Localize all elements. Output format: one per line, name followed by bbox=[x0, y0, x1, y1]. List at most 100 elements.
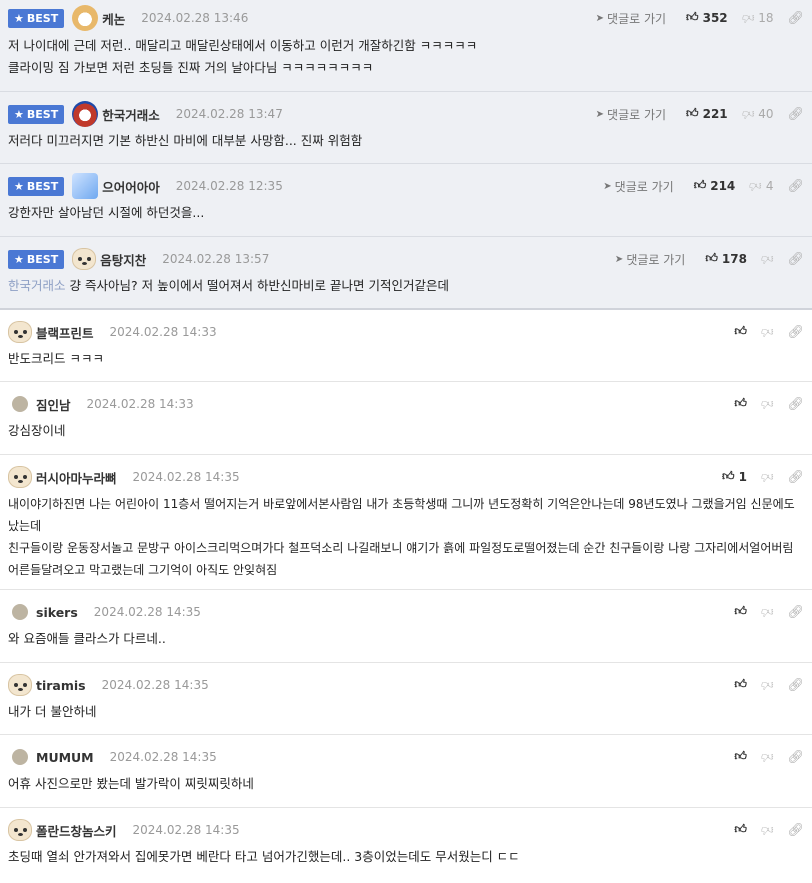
comment-list: ★ BEST 케논 2024.02.28 13:46 ➤ 댓글로 가기 👍︎ 352 … bbox=[0, 0, 812, 880]
best-badge: ★ BEST bbox=[8, 8, 65, 28]
downvote-button[interactable]: 👍︎ bbox=[760, 325, 774, 339]
avatar[interactable] bbox=[8, 674, 32, 696]
nickname[interactable]: 폴란드창놈스키 bbox=[36, 821, 117, 840]
thumbs-up-icon: 👍︎ bbox=[734, 604, 747, 618]
avatar[interactable] bbox=[12, 749, 28, 765]
thumbs-down-icon: 👍︎ bbox=[760, 823, 774, 837]
thumbs-up-icon: 👍︎ bbox=[734, 677, 747, 691]
send-icon: ➤ bbox=[603, 180, 612, 192]
link-icon[interactable]: 🔗︎ bbox=[787, 397, 804, 412]
downvote-button[interactable]: 👍︎ bbox=[760, 750, 774, 764]
downvote-button[interactable]: 👍︎ bbox=[760, 470, 774, 484]
upvote-button[interactable]: 👍︎ bbox=[734, 822, 747, 836]
link-icon[interactable]: 🔗︎ bbox=[787, 678, 804, 693]
avatar[interactable] bbox=[12, 604, 28, 620]
downvote-button[interactable]: 👍︎ bbox=[760, 252, 774, 266]
upvote-button[interactable]: 👍︎ 178 bbox=[705, 252, 747, 266]
comment-text: 반도크리드 ㅋㅋㅋ bbox=[8, 351, 104, 366]
thumbs-down-icon: 👍︎ bbox=[760, 678, 774, 692]
link-icon[interactable]: 🔗︎ bbox=[787, 605, 804, 620]
nickname[interactable]: MUMUM bbox=[36, 750, 94, 765]
downvote-button[interactable]: 👍︎ 4 bbox=[749, 179, 773, 193]
thumbs-up-icon: 👍︎ bbox=[693, 178, 707, 192]
nickname[interactable]: 블랙프린트 bbox=[36, 323, 94, 342]
thumbs-down-icon: 👍︎ bbox=[760, 397, 774, 411]
avatar[interactable] bbox=[8, 819, 32, 841]
thumbs-up-icon: 👍︎ bbox=[686, 10, 699, 24]
downvote-button[interactable]: 👍︎ bbox=[760, 823, 774, 837]
avatar[interactable] bbox=[72, 248, 97, 270]
thumbs-down-icon: 👍︎ bbox=[760, 750, 774, 764]
nickname[interactable]: 한국거래소 bbox=[102, 105, 160, 124]
upvote-button[interactable]: 👍︎ bbox=[734, 604, 747, 618]
send-icon: ➤ bbox=[595, 12, 605, 24]
best-badge: ★ BEST bbox=[8, 104, 65, 124]
nickname[interactable]: 짐인남 bbox=[36, 395, 71, 414]
send-icon: ➤ bbox=[614, 253, 624, 265]
thumbs-down-icon: 👍︎ bbox=[760, 470, 774, 484]
thumbs-down-icon: 👍︎ bbox=[749, 179, 762, 193]
downvote-button[interactable]: 👍︎ bbox=[760, 678, 774, 692]
quoted-user[interactable]: 한국거래소 bbox=[8, 278, 66, 293]
comment-date: 2024.02.28 14:35 bbox=[93, 605, 201, 619]
avatar[interactable] bbox=[72, 173, 99, 199]
upvote-button[interactable]: 👍︎ bbox=[734, 396, 747, 410]
star-icon: ★ bbox=[14, 107, 24, 121]
nickname[interactable]: 으어어아아 bbox=[102, 177, 160, 196]
goto-comment-link[interactable]: ➤ 댓글로 가기 bbox=[615, 251, 685, 268]
upvote-button[interactable]: 👍︎ 214 bbox=[694, 179, 736, 193]
link-icon[interactable]: 🔗︎ bbox=[787, 750, 804, 765]
comment: 폴란드창놈스키 2024.02.28 14:35 👍︎ 👍︎ 🔗︎ 초딩때 열쇠… bbox=[0, 808, 812, 880]
link-icon[interactable]: 🔗︎ bbox=[787, 325, 804, 340]
upvote-button[interactable]: 👍︎ 221 bbox=[686, 107, 728, 121]
downvote-button[interactable]: 👍︎ 18 bbox=[742, 11, 774, 25]
comment: tiramis 2024.02.28 14:35 👍︎ 👍︎ 🔗︎ 내가 더 불… bbox=[0, 663, 812, 735]
downvote-button[interactable]: 👍︎ bbox=[761, 605, 774, 619]
comment: 러시아마누라뼈 2024.02.28 14:35 👍︎ 1 👍︎ 🔗︎ 내이야기하… bbox=[0, 455, 812, 590]
upvote-button[interactable]: 👍︎ 352 bbox=[686, 11, 728, 25]
comment-text: 한국거래소 걍 즉사아님? 저 높이에서 떨어져서 하반신마비로 끝나면 기적인거… bbox=[8, 278, 449, 293]
thumbs-up-icon: 👍︎ bbox=[734, 396, 747, 410]
avatar[interactable] bbox=[72, 101, 99, 127]
nickname[interactable]: 음탕지찬 bbox=[100, 250, 146, 269]
thumbs-up-icon: 👍︎ bbox=[722, 469, 735, 483]
goto-comment-link[interactable]: ➤ 댓글로 가기 bbox=[596, 106, 666, 123]
avatar[interactable] bbox=[72, 5, 99, 31]
goto-comment-link[interactable]: ➤ 댓글로 가기 bbox=[596, 10, 666, 27]
nickname[interactable]: 러시아마누라뼈 bbox=[36, 468, 117, 487]
upvote-button[interactable]: 👍︎ bbox=[734, 325, 747, 338]
comment-text: 강한자만 살아남던 시절에 하던것을... bbox=[8, 205, 205, 220]
nickname[interactable]: tiramis bbox=[36, 678, 86, 693]
comment: 짐인남 2024.02.28 14:33 👍︎ 👍︎ 🔗︎ 강심장이네 bbox=[0, 382, 812, 455]
upvote-button[interactable]: 👍︎ bbox=[734, 749, 747, 763]
comment-best: ★ BEST 한국거래소 2024.02.28 13:47 ➤ 댓글로 가기 👍︎ 2… bbox=[0, 92, 812, 164]
downvote-button[interactable]: 👍︎ bbox=[760, 397, 774, 411]
comment: 블랙프린트 2024.02.28 14:33 👍︎ 👍︎ 🔗︎ 반도크리드 ㅋㅋ… bbox=[0, 310, 812, 382]
star-icon: ★ bbox=[14, 179, 24, 193]
upvote-button[interactable]: 👍︎ 1 bbox=[722, 470, 747, 484]
comment-date: 2024.02.28 14:33 bbox=[86, 397, 194, 411]
thumbs-down-icon: 👍︎ bbox=[760, 252, 774, 266]
link-icon[interactable]: 🔗︎ bbox=[787, 823, 804, 838]
link-icon[interactable]: 🔗︎ bbox=[787, 252, 804, 267]
nickname[interactable]: 케논 bbox=[102, 9, 125, 28]
nickname[interactable]: sikers bbox=[36, 605, 78, 620]
comment-text: 내이야기하진면 나는 어린아이 11층서 떨어지는거 바로앞에서본사람임 내가 … bbox=[8, 497, 795, 577]
link-icon[interactable]: 🔗︎ bbox=[787, 107, 804, 122]
avatar[interactable] bbox=[12, 396, 28, 412]
downvote-button[interactable]: 👍︎ 40 bbox=[742, 107, 774, 121]
thumbs-up-icon: 👍︎ bbox=[734, 749, 747, 763]
link-icon[interactable]: 🔗︎ bbox=[787, 470, 804, 485]
comment-date: 2024.02.28 14:35 bbox=[109, 750, 217, 764]
upvote-button[interactable]: 👍︎ bbox=[734, 677, 747, 691]
send-icon: ➤ bbox=[595, 108, 605, 120]
goto-comment-link[interactable]: ➤ 댓글로 가기 bbox=[603, 178, 673, 195]
thumbs-down-icon: 👍︎ bbox=[760, 325, 774, 339]
avatar[interactable] bbox=[8, 466, 32, 488]
avatar[interactable] bbox=[8, 321, 32, 343]
comment-best: ★ BEST 음탕지찬 2024.02.28 13:57 ➤ 댓글로 가기 👍︎ 17… bbox=[0, 237, 812, 310]
link-icon[interactable]: 🔗︎ bbox=[787, 179, 804, 194]
thumbs-up-icon: 👍︎ bbox=[734, 822, 747, 836]
link-icon[interactable]: 🔗︎ bbox=[787, 11, 804, 26]
comment-best: ★ BEST 으어어아아 2024.02.28 12:35 ➤ 댓글로 가기 👍︎ 2… bbox=[0, 164, 812, 237]
